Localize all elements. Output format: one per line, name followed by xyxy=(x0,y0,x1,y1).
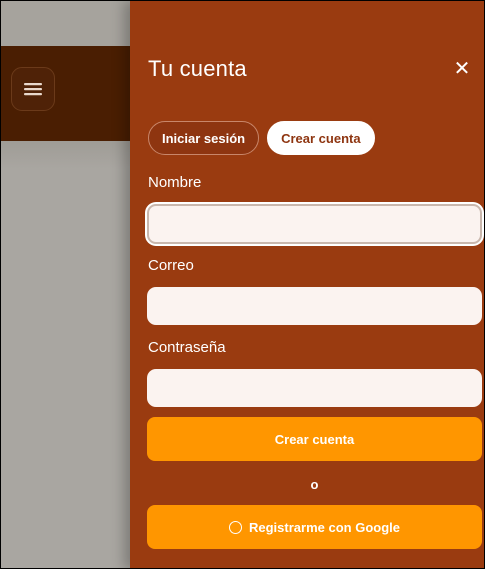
email-field[interactable] xyxy=(147,287,482,325)
name-label: Nombre xyxy=(148,174,202,191)
tab-register[interactable]: Crear cuenta xyxy=(267,121,375,155)
close-button[interactable]: ✕ xyxy=(448,56,476,80)
background-page-top xyxy=(1,1,131,46)
password-label: Contraseña xyxy=(148,339,226,356)
viewport: Tu cuenta ✕ Iniciar sesión Crear cuenta … xyxy=(0,0,485,569)
google-circle-icon xyxy=(229,520,242,534)
background-shade xyxy=(1,141,131,169)
name-field[interactable] xyxy=(147,204,482,244)
google-signup-label: Registrarme con Google xyxy=(249,519,400,535)
background-content xyxy=(1,141,131,568)
hamburger-menu-button[interactable] xyxy=(11,67,55,111)
email-label: Correo xyxy=(148,257,194,274)
drawer-title: Tu cuenta xyxy=(148,56,247,81)
password-field[interactable] xyxy=(147,369,482,407)
auth-tabs: Iniciar sesión Crear cuenta xyxy=(148,121,375,155)
close-icon: ✕ xyxy=(453,57,471,80)
account-drawer: Tu cuenta ✕ Iniciar sesión Crear cuenta … xyxy=(130,1,484,568)
tab-login[interactable]: Iniciar sesión xyxy=(148,121,260,155)
create-account-button[interactable]: Crear cuenta xyxy=(147,417,482,461)
hamburger-menu-icon xyxy=(24,83,42,96)
google-signup-button[interactable]: Registrarme con Google xyxy=(147,505,482,549)
or-separator: o xyxy=(310,477,319,492)
